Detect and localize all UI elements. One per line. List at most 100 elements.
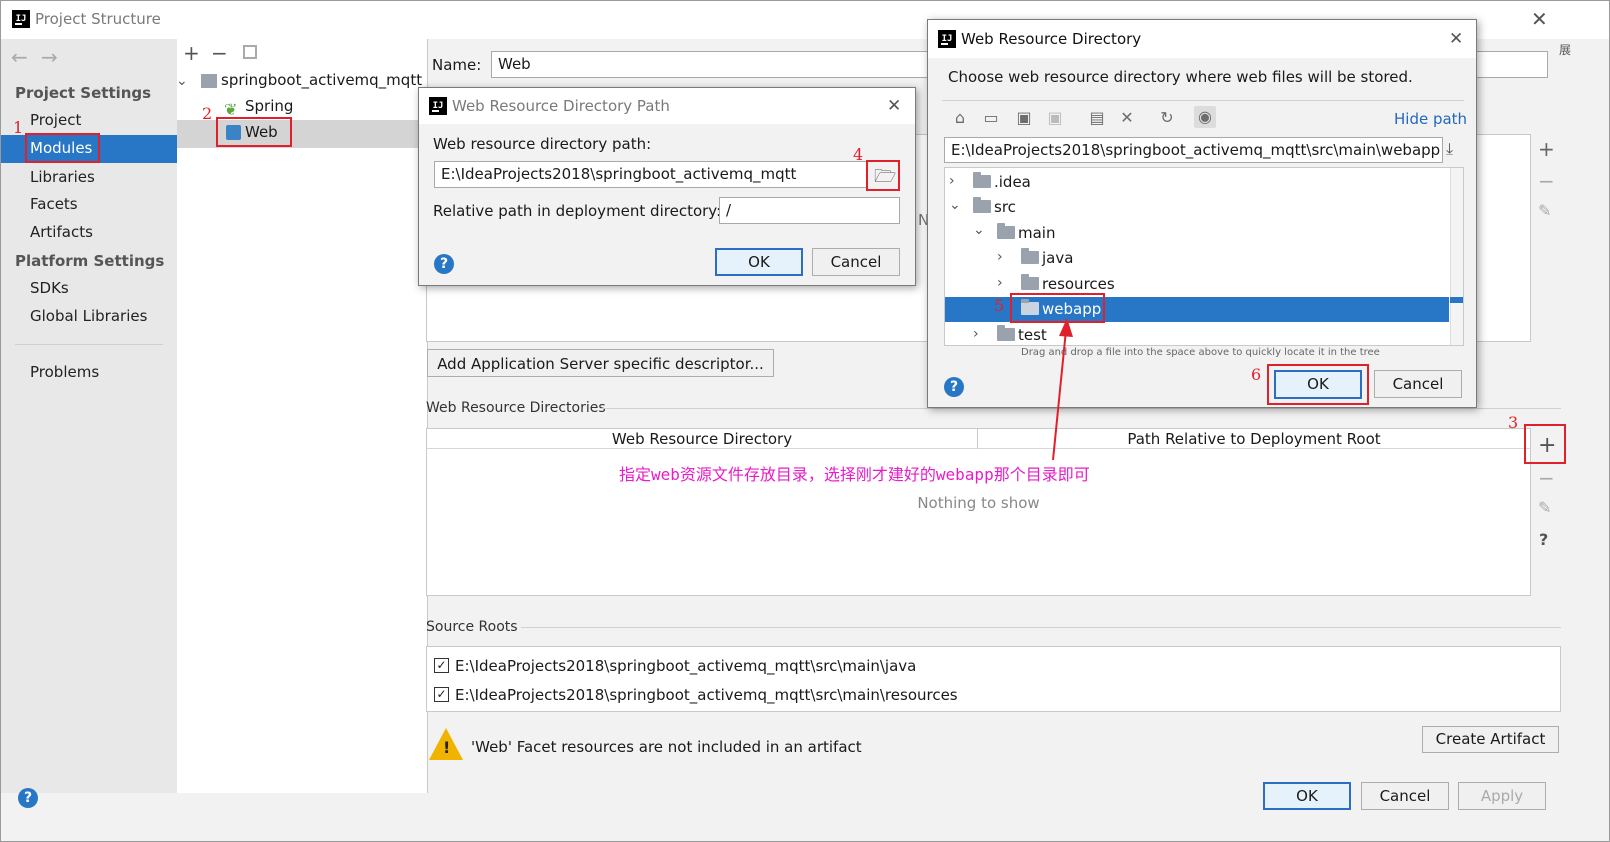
add-descriptor-button[interactable]: Add Application Server specific descript… bbox=[427, 349, 774, 377]
project-folder-icon[interactable]: ▣ bbox=[1013, 107, 1035, 129]
ok-button[interactable]: OK bbox=[1263, 782, 1351, 810]
sidebar-item-artifacts[interactable]: Artifacts bbox=[30, 223, 93, 241]
hide-path-link[interactable]: Hide path bbox=[1394, 110, 1467, 128]
help-icon[interactable]: ? bbox=[944, 377, 964, 397]
warning-text: 'Web' Facet resources are not included i… bbox=[471, 738, 862, 756]
forward-arrow-icon[interactable]: → bbox=[41, 45, 58, 69]
create-artifact-button[interactable]: Create Artifact bbox=[1422, 726, 1559, 753]
intellij-logo-icon: IJ bbox=[12, 10, 30, 28]
edge-glyph: 展 bbox=[1559, 43, 1572, 57]
chevron-right-icon[interactable]: › bbox=[973, 326, 979, 342]
chevron-down-icon[interactable]: ⌄ bbox=[973, 222, 985, 238]
help-icon[interactable]: ? bbox=[434, 254, 454, 274]
back-arrow-icon[interactable]: ← bbox=[11, 45, 28, 69]
annotation-box-2 bbox=[216, 117, 292, 147]
web-resource-table: Web Resource Directory Path Relative to … bbox=[426, 428, 1531, 596]
source-divider bbox=[521, 627, 1561, 628]
annotation-box-1 bbox=[25, 133, 100, 163]
tree-scrollbar[interactable] bbox=[1450, 168, 1463, 345]
module-folder-icon[interactable]: ▣ bbox=[1044, 107, 1066, 129]
download-icon[interactable]: ⤓ bbox=[1446, 139, 1453, 159]
close-icon[interactable]: ✕ bbox=[1449, 29, 1463, 49]
annotation-step-3: 3 bbox=[1508, 413, 1519, 432]
tree-java[interactable]: java bbox=[1021, 248, 1073, 267]
add-descriptor-icon[interactable]: + bbox=[1538, 137, 1555, 161]
scrollbar-thumb[interactable] bbox=[1450, 297, 1463, 303]
annotation-step-4: 4 bbox=[853, 145, 864, 164]
folder-icon bbox=[973, 172, 991, 188]
source-root-checkbox-2[interactable]: ✓ bbox=[434, 687, 449, 702]
chevron-right-icon[interactable]: › bbox=[949, 173, 955, 189]
tree-resources[interactable]: resources bbox=[1021, 274, 1115, 293]
chooser-divider bbox=[942, 100, 1464, 101]
window-title: Project Structure bbox=[35, 10, 161, 28]
path-ok-button[interactable]: OK bbox=[715, 248, 803, 276]
edit-descriptor-icon[interactable]: ✎ bbox=[1538, 201, 1551, 220]
cancel-button[interactable]: Cancel bbox=[1361, 782, 1449, 810]
module-tree-pane: + − bbox=[177, 39, 428, 793]
sidebar-item-project[interactable]: Project bbox=[30, 111, 81, 129]
chevron-right-icon[interactable]: › bbox=[997, 275, 1003, 291]
sidebar-item-libraries[interactable]: Libraries bbox=[30, 168, 95, 186]
tree-item-spring[interactable]: Spring bbox=[245, 97, 293, 115]
path-dialog: IJ Web Resource Directory Path ✕ Web res… bbox=[418, 87, 916, 286]
remove-icon[interactable]: − bbox=[211, 41, 228, 65]
copy-icon[interactable] bbox=[243, 45, 257, 59]
chevron-right-icon[interactable]: › bbox=[997, 249, 1003, 265]
chooser-description: Choose web resource directory where web … bbox=[948, 68, 1413, 86]
sidebar-item-sdks[interactable]: SDKs bbox=[30, 279, 69, 297]
source-root-checkbox-1[interactable]: ✓ bbox=[434, 658, 449, 673]
annotation-step-2: 2 bbox=[202, 104, 213, 123]
apply-button[interactable]: Apply bbox=[1458, 782, 1546, 810]
add-icon[interactable]: + bbox=[183, 41, 200, 65]
intellij-logo-icon: IJ bbox=[429, 97, 447, 115]
tree-main[interactable]: main bbox=[997, 223, 1055, 242]
annotation-arrow bbox=[1052, 318, 1073, 461]
refresh-icon[interactable]: ↻ bbox=[1156, 107, 1178, 129]
edit-web-resource-icon[interactable]: ✎ bbox=[1538, 498, 1551, 517]
new-folder-icon[interactable]: ▤ bbox=[1086, 107, 1108, 129]
remove-web-resource-icon[interactable]: − bbox=[1538, 466, 1555, 490]
delete-icon[interactable]: ✕ bbox=[1116, 107, 1138, 129]
folder-icon bbox=[1021, 274, 1039, 290]
chooser-path-field[interactable]: E:\IdeaProjects2018\springboot_activemq_… bbox=[944, 137, 1443, 163]
sidebar-item-facets[interactable]: Facets bbox=[30, 195, 78, 213]
sidebar-item-global-libraries[interactable]: Global Libraries bbox=[30, 307, 147, 325]
folder-icon bbox=[1021, 248, 1039, 264]
tree-root-label[interactable]: springboot_activemq_mqtt bbox=[221, 71, 422, 89]
path-cancel-button[interactable]: Cancel bbox=[812, 248, 900, 276]
desktop-icon[interactable]: ▭ bbox=[980, 107, 1002, 129]
name-label: Name: bbox=[432, 56, 482, 74]
annotation-step-5: 5 bbox=[994, 296, 1005, 315]
annotation-step-6: 6 bbox=[1251, 365, 1262, 384]
annotation-box-3 bbox=[1524, 424, 1566, 464]
help-table-icon[interactable]: ? bbox=[1539, 530, 1548, 549]
annotation-box-4 bbox=[866, 160, 900, 191]
path-dialog-title: Web Resource Directory Path bbox=[452, 97, 670, 115]
remove-descriptor-icon[interactable]: − bbox=[1538, 169, 1555, 193]
source-roots-title: Source Roots bbox=[426, 619, 518, 635]
close-icon[interactable]: ✕ bbox=[887, 96, 901, 116]
project-settings-header: Project Settings bbox=[15, 84, 152, 102]
web-resource-dirs-title: Web Resource Directories bbox=[426, 400, 606, 416]
home-icon[interactable]: ⌂ bbox=[949, 107, 971, 129]
relative-field[interactable]: / bbox=[719, 197, 900, 224]
chevron-down-icon[interactable]: ⌄ bbox=[176, 73, 188, 89]
group-divider bbox=[601, 408, 1561, 409]
chooser-cancel-button[interactable]: Cancel bbox=[1374, 370, 1462, 398]
tree-selection bbox=[177, 120, 428, 148]
path-dialog-titlebar: IJ Web Resource Directory Path ✕ bbox=[419, 88, 915, 124]
sidebar-item-problems[interactable]: Problems bbox=[30, 363, 99, 381]
tree-idea[interactable]: .idea bbox=[973, 172, 1031, 191]
help-icon[interactable]: ? bbox=[18, 788, 38, 808]
chevron-down-icon[interactable]: ⌄ bbox=[949, 197, 961, 213]
source-root-2: E:\IdeaProjects2018\springboot_activemq_… bbox=[455, 686, 958, 704]
annotation-box-6 bbox=[1267, 364, 1369, 405]
relative-label: Relative path in deployment directory: bbox=[433, 202, 722, 220]
show-hidden-icon[interactable]: ◉ bbox=[1194, 106, 1216, 128]
tree-src[interactable]: src bbox=[973, 197, 1016, 216]
chooser-titlebar: IJ Web Resource Directory ✕ bbox=[928, 20, 1476, 58]
col-web-resource-directory[interactable]: Web Resource Directory bbox=[427, 429, 978, 449]
path-field[interactable]: E:\IdeaProjects2018\springboot_activemq_… bbox=[434, 161, 867, 188]
close-icon[interactable]: ✕ bbox=[1531, 9, 1548, 29]
